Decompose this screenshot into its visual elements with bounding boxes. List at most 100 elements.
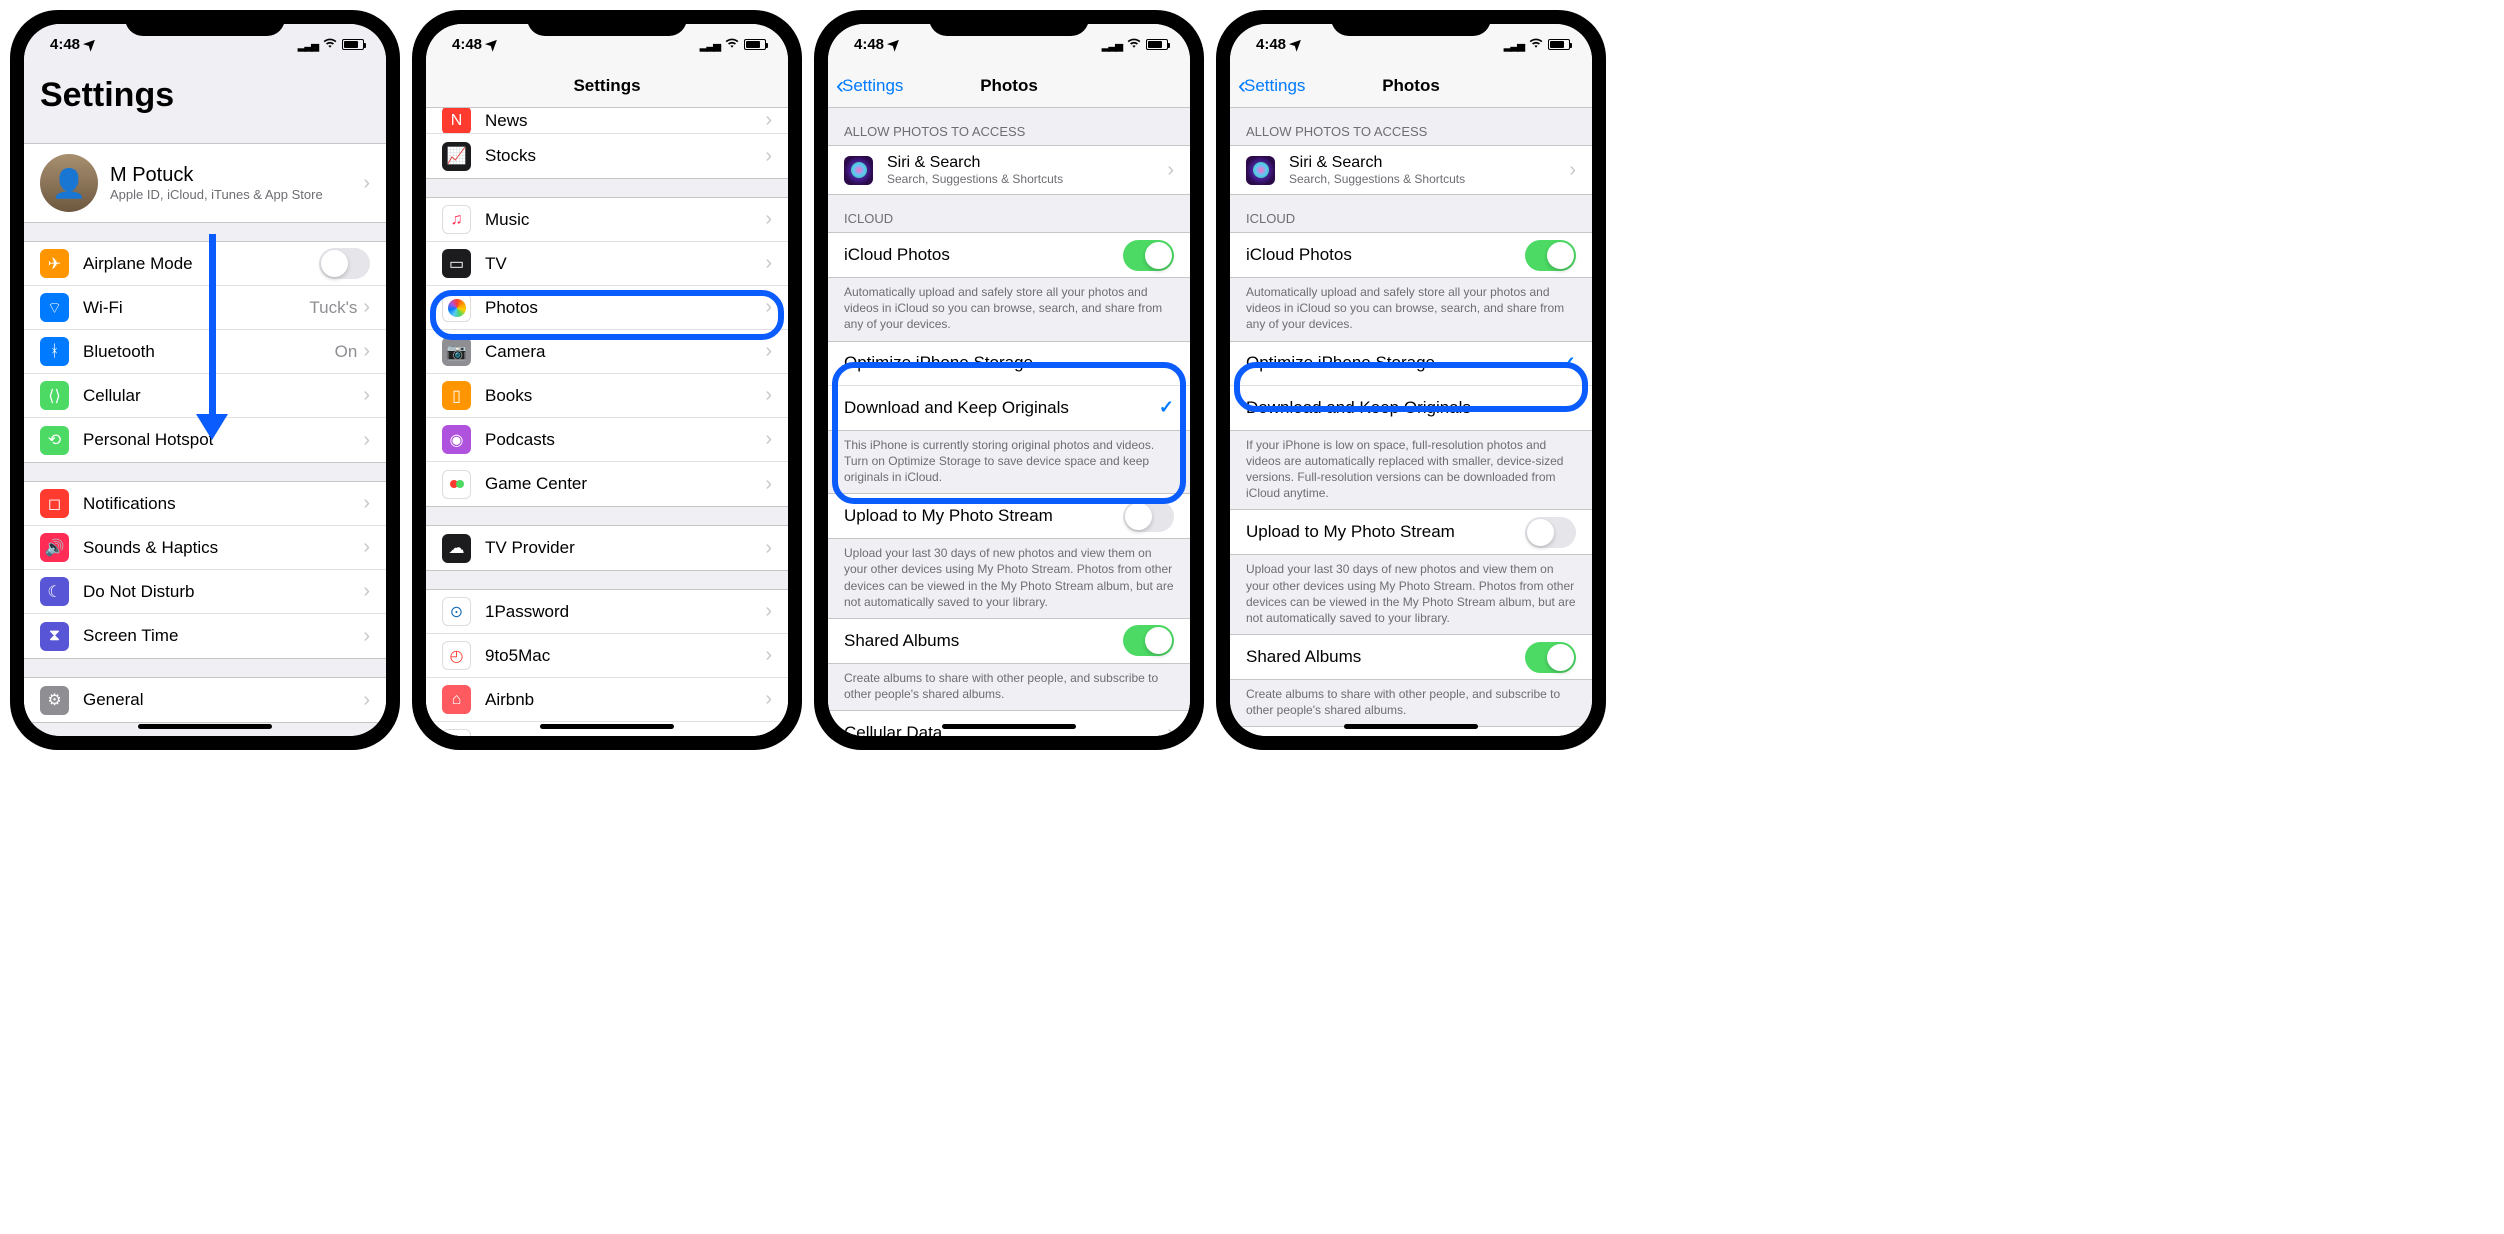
onepassword-icon: ⊙ [442,597,471,626]
row-label: Photos [485,298,765,318]
row-detail: On [335,342,358,362]
phone-frame-2: 4:48➤ Settings NNews› 📈Stocks› ♫Music› ▭… [412,10,802,750]
photos-settings-content[interactable]: ALLOW PHOTOS TO ACCESS Siri & SearchSear… [828,108,1190,736]
chevron-right-icon: › [1167,722,1174,736]
phone-screen-2: 4:48➤ Settings NNews› 📈Stocks› ♫Music› ▭… [426,24,788,736]
music-row[interactable]: ♫Music› [426,198,788,242]
chevron-right-icon: › [1569,159,1576,182]
navbar: Settings [426,64,788,108]
icloud-photos-toggle[interactable] [1525,240,1576,271]
phone-screen-1: 4:48➤ Settings 👤 M Potuck Apple ID, iClo… [24,24,386,736]
row-label: Camera [485,342,765,362]
siri-search-row[interactable]: Siri & SearchSearch, Suggestions & Short… [1230,146,1592,194]
photo-stream-row[interactable]: Upload to My Photo Stream [1230,510,1592,554]
moon-icon: ☾ [40,577,69,606]
bluetooth-icon: ᚼ [40,337,69,366]
siri-icon [844,156,873,185]
onepassword-row[interactable]: ⊙1Password› [426,590,788,634]
row-label: News [485,111,765,131]
airbnb-row[interactable]: ⌂Airbnb› [426,678,788,722]
chevron-right-icon: › [765,252,772,275]
hourglass-icon: ⧗ [40,622,69,651]
news-row[interactable]: NNews› [426,108,788,134]
back-button[interactable]: ‹Settings [1238,74,1305,98]
ninetofivemac-row[interactable]: ◴9to5Mac› [426,634,788,678]
gamecenter-row[interactable]: Game Center› [426,462,788,506]
phone-screen-3: 4:48➤ ‹Settings Photos ALLOW PHOTOS TO A… [828,24,1190,736]
tv-row[interactable]: ▭TV› [426,242,788,286]
download-originals-row[interactable]: Download and Keep Originals✓ [828,386,1190,430]
location-icon: ➤ [80,33,102,55]
screentime-row[interactable]: ⧗Screen Time› [24,614,386,658]
notifications-row[interactable]: ◻Notifications› [24,482,386,526]
status-time: 4:48 [1256,36,1286,53]
shared-albums-row[interactable]: Shared Albums [1230,635,1592,679]
airbnb-icon: ⌂ [442,685,471,714]
chevron-right-icon: › [765,732,772,736]
icloud-header: ICLOUD [828,195,1190,232]
wifi-icon [724,36,740,53]
photo-stream-row[interactable]: Upload to My Photo Stream [828,494,1190,538]
row-label: TV [485,254,765,274]
general-row[interactable]: ⚙General› [24,678,386,722]
chevron-right-icon: › [765,384,772,407]
photostream-footer: Upload your last 30 days of new photos a… [828,539,1190,618]
ninetofive-icon: ◴ [442,641,471,670]
profile-sub: Apple ID, iCloud, iTunes & App Store [110,187,363,202]
settings-content[interactable]: Settings 👤 M Potuck Apple ID, iCloud, iT… [24,64,386,736]
third-party-apps-group: ⊙1Password› ◴9to5Mac› ⌂Airbnb› amazonAma… [426,589,788,736]
dnd-row[interactable]: ☾Do Not Disturb› [24,570,386,614]
camera-row[interactable]: 📷Camera› [426,330,788,374]
shared-albums-toggle[interactable] [1525,642,1576,673]
notch [1331,10,1491,36]
general-group: ⚙General› [24,677,386,723]
siri-search-row[interactable]: Siri & SearchSearch, Suggestions & Short… [828,146,1190,194]
apple-id-row[interactable]: 👤 M Potuck Apple ID, iCloud, iTunes & Ap… [24,144,386,222]
row-label: Notifications [83,494,363,514]
row-label: Do Not Disturb [83,582,363,602]
settings-content[interactable]: NNews› 📈Stocks› ♫Music› ▭TV› Photos› 📷Ca… [426,108,788,736]
books-row[interactable]: ▯Books› [426,374,788,418]
home-indicator[interactable] [1344,724,1478,729]
download-originals-row[interactable]: Download and Keep Originals [1230,386,1592,430]
optimize-storage-row[interactable]: Optimize iPhone Storage [828,342,1190,386]
icloud-footer: Automatically upload and safely store al… [828,278,1190,341]
optimize-storage-row[interactable]: Optimize iPhone Storage✓ [1230,342,1592,386]
tvprovider-row[interactable]: ☁TV Provider› [426,526,788,570]
icloud-photos-row[interactable]: iCloud Photos [828,233,1190,277]
photos-row[interactable]: Photos› [426,286,788,330]
airplane-toggle[interactable] [319,248,370,279]
tvprovider-icon: ☁ [442,534,471,563]
status-time: 4:48 [452,36,482,53]
shared-albums-toggle[interactable] [1123,625,1174,656]
back-button[interactable]: ‹Settings [836,74,903,98]
sounds-row[interactable]: 🔊Sounds & Haptics› [24,526,386,570]
home-indicator[interactable] [942,724,1076,729]
icloud-header: ICLOUD [1230,195,1592,232]
home-indicator[interactable] [138,724,272,729]
navbar-title: Photos [980,76,1038,96]
avatar: 👤 [40,154,98,212]
row-label: Podcasts [485,430,765,450]
chevron-right-icon: › [1167,159,1174,182]
row-label: 9to5Mac [485,646,765,666]
home-indicator[interactable] [540,724,674,729]
photo-stream-toggle[interactable] [1525,517,1576,548]
chevron-right-icon: › [363,429,370,452]
chevron-right-icon: › [765,600,772,623]
podcasts-row[interactable]: ◉Podcasts› [426,418,788,462]
icloud-photos-toggle[interactable] [1123,240,1174,271]
cellular-icon: ⟨⟩ [40,381,69,410]
stocks-row[interactable]: 📈Stocks› [426,134,788,178]
photos-settings-content[interactable]: ALLOW PHOTOS TO ACCESS Siri & SearchSear… [1230,108,1592,736]
photo-stream-toggle[interactable] [1123,501,1174,532]
icloud-footer: Automatically upload and safely store al… [1230,278,1592,341]
phone-frame-1: 4:48➤ Settings 👤 M Potuck Apple ID, iClo… [10,10,400,750]
checkmark-icon: ✓ [1561,353,1576,374]
location-icon: ➤ [482,33,504,55]
row-label: Download and Keep Originals [1246,398,1576,418]
shared-albums-row[interactable]: Shared Albums [828,619,1190,663]
shared-footer: Create albums to share with other people… [828,664,1190,710]
icloud-photos-row[interactable]: iCloud Photos [1230,233,1592,277]
row-detail: Tuck's [309,298,357,318]
